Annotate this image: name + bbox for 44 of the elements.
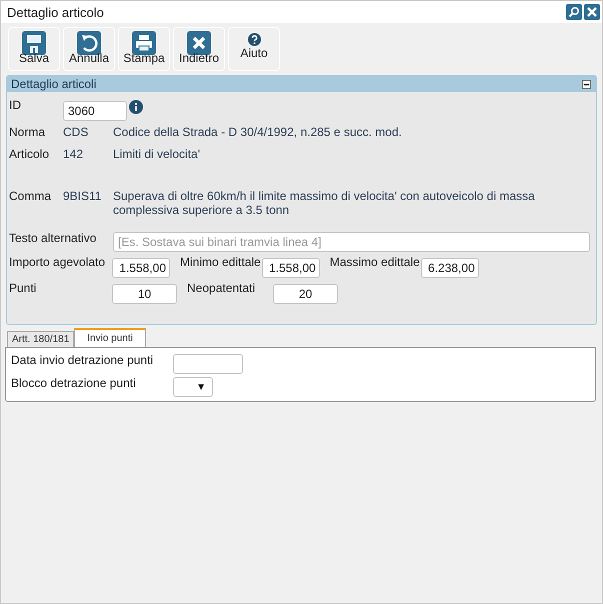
panel-title: Dettaglio articoli [11,77,96,91]
undo-icon [77,31,101,55]
printer-icon [132,31,156,55]
dropdown[interactable]: ▼ [173,377,213,397]
description-text: Codice della Strada - D 30/4/1992, n.285 e succ. mod. [113,125,403,141]
field-label: Testo alternativo [9,231,98,245]
window-title: Dettaglio articolo [7,4,104,20]
toolbar-button[interactable]: Aiuto [228,27,280,71]
amount-field[interactable]: 6.238,00 [420,258,479,278]
field-label: Articolo [9,147,50,163]
field-label: Norma [9,125,46,141]
toolbar-button[interactable]: Indietro [173,27,225,71]
field-label: Data invio detrazione punti [11,353,154,367]
toolbar-button[interactable]: Annulla [63,27,115,71]
field-label: Blocco detrazione punti [11,376,137,390]
field-label: Neopatentati [187,281,256,295]
field-label: ID [9,98,22,112]
id-field[interactable]: 3060 [63,101,127,121]
collapse-icon[interactable] [582,80,591,88]
info-icon[interactable] [129,100,143,114]
toolbar-button[interactable]: Stampa [118,27,170,71]
field-label: Importo agevolato [9,255,106,269]
field-label: Minimo edittale [180,255,261,269]
amount-field[interactable]: 1.558,00 [262,258,320,278]
field-label: Comma [9,189,52,205]
description-text: Superava di oltre 60km/h il limite massimo di velocita' con autoveicolo di massa complessiva superiore a 3.5 tonn [113,189,536,217]
tab[interactable]: Artt. 180/181 [7,331,74,347]
field-label: Punti [9,281,38,295]
points-field[interactable]: 20 [273,284,338,304]
code-text: 9BIS11 [63,189,102,205]
toolbar-button[interactable]: Salva [8,27,60,71]
code-text: 142 [63,147,84,163]
help-icon [248,33,260,46]
points-field[interactable]: 10 [112,284,177,304]
description-text: Limiti di velocita' [113,147,201,163]
search-icon[interactable] [566,4,582,20]
alternative-text-field[interactable]: [Es. Sostava sui binari tramvia linea 4] [113,232,590,252]
close-icon[interactable] [584,4,600,20]
field-label: Massimo edittale [330,255,420,269]
code-text: CDS [63,125,90,141]
x-icon [187,31,211,55]
amount-field[interactable]: 1.558,00 [112,258,170,278]
date-field[interactable] [173,354,243,374]
tab[interactable]: Invio punti [74,328,146,347]
